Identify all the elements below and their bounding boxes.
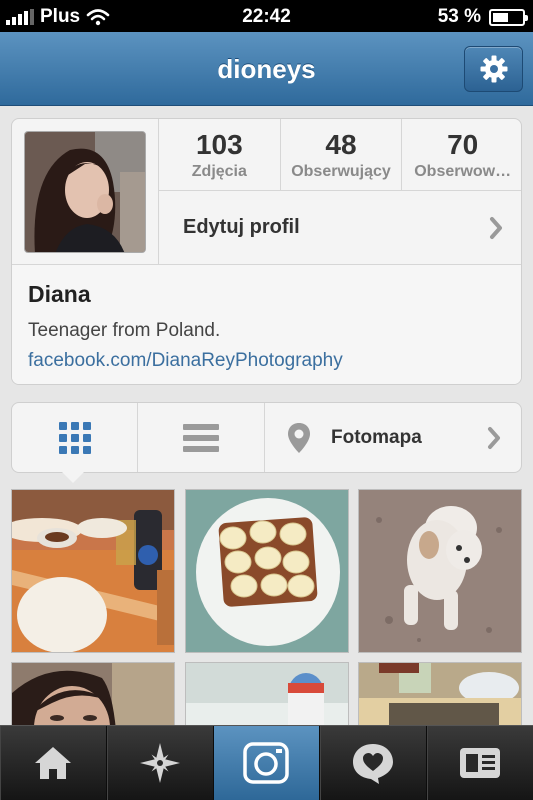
stat-photos-label: Zdjęcia — [191, 163, 247, 180]
profile-name: Diana — [28, 281, 91, 307]
nav-bar: dioneys — [0, 32, 533, 106]
camera-icon — [243, 742, 290, 784]
settings-button[interactable] — [464, 46, 523, 92]
stats-row: 103 Zdjęcia 48 Obserwujący 70 Obserwow… — [158, 119, 521, 191]
stat-following-label: Obserwow… — [414, 163, 512, 180]
app: Plus 22:42 53 % dioneys 103 Zdjęcia 48 O… — [0, 0, 533, 800]
tab-profile[interactable] — [427, 726, 533, 800]
photo-thumbnail[interactable] — [11, 489, 175, 653]
tab-explore[interactable] — [107, 726, 214, 800]
photo-thumbnail[interactable] — [185, 662, 349, 732]
photo-thumbnail[interactable] — [185, 489, 349, 653]
edit-profile-button[interactable]: Edytuj profil — [158, 191, 521, 264]
photo-map-label: Fotomapa — [331, 426, 422, 448]
home-icon — [34, 747, 71, 779]
view-tabs: Fotomapa — [11, 402, 522, 473]
battery-percent: 53 % — [437, 6, 481, 27]
news-icon — [353, 744, 394, 784]
stat-following-count: 70 — [447, 129, 479, 160]
tab-list-view[interactable] — [138, 403, 265, 472]
status-bar: Plus 22:42 53 % — [0, 0, 533, 32]
edit-profile-label: Edytuj profil — [183, 216, 300, 238]
profile-icon — [460, 748, 501, 778]
profile-bio: Teenager from Poland. — [28, 320, 221, 341]
chevron-right-icon — [488, 427, 500, 449]
gear-icon — [480, 55, 507, 83]
location-pin-icon — [288, 422, 310, 453]
tab-home[interactable] — [0, 726, 107, 800]
status-right: 53 % — [437, 6, 528, 28]
profile-card: 103 Zdjęcia 48 Obserwujący 70 Obserwow… … — [11, 118, 522, 385]
tab-grid-view[interactable] — [12, 403, 138, 472]
chevron-right-icon — [490, 217, 502, 239]
bio-section: Diana Teenager from Poland. facebook.com… — [12, 264, 521, 384]
page-title: dioneys — [217, 54, 316, 84]
stat-photos-count: 103 — [195, 129, 243, 160]
battery-icon — [489, 8, 528, 26]
grid-icon — [58, 421, 91, 454]
photo-thumbnail[interactable] — [11, 662, 175, 732]
photo-thumbnail[interactable] — [358, 489, 522, 653]
tab-camera[interactable] — [213, 726, 321, 800]
active-tab-pointer — [62, 472, 84, 483]
stat-followers-label: Obserwujący — [291, 163, 391, 180]
stat-followers[interactable]: 48 Obserwujący — [281, 119, 403, 190]
tab-photo-map[interactable]: Fotomapa — [265, 403, 521, 472]
bottom-tab-bar — [0, 725, 533, 800]
explore-icon — [139, 743, 180, 783]
avatar[interactable] — [24, 131, 146, 253]
stat-following[interactable]: 70 Obserwow… — [402, 119, 521, 190]
list-icon — [183, 423, 219, 452]
stat-followers-count: 48 — [325, 129, 357, 160]
photo-thumbnail[interactable] — [358, 662, 522, 732]
tab-news[interactable] — [320, 726, 428, 800]
stat-photos[interactable]: 103 Zdjęcia — [159, 119, 281, 190]
profile-link[interactable]: facebook.com/DianaReyPhotography — [28, 350, 521, 372]
avatar-photo — [25, 132, 145, 252]
